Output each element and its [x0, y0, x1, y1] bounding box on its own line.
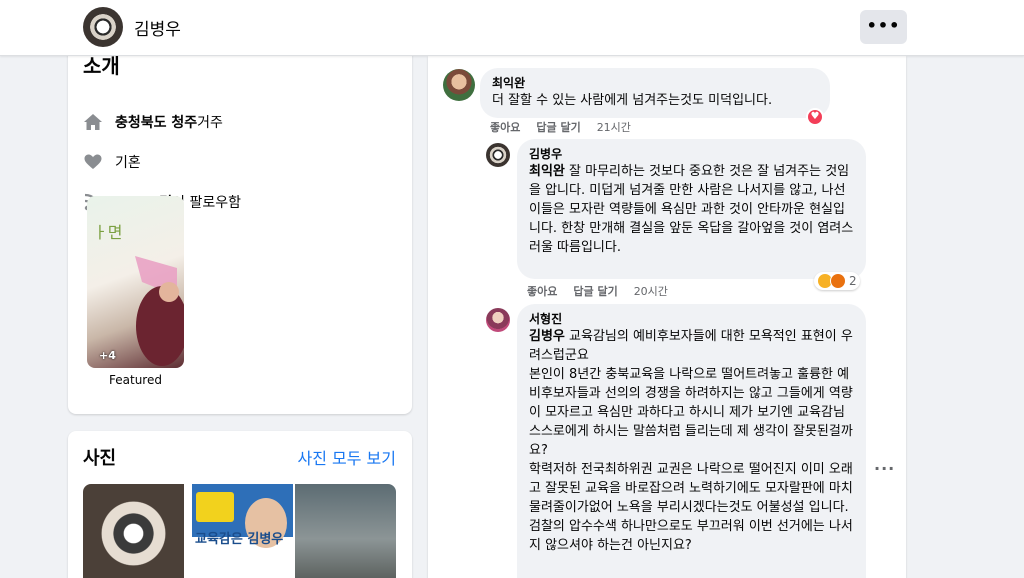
featured-image: ㅏ면	[93, 223, 184, 366]
comment-bubble: 서형진 김병우 교육감님의 예비후보자들에 대한 모욕적인 표현이 우려스럽군요…	[517, 304, 866, 578]
photos-card: 사진 사진 모두 보기 교육감은 김병우	[68, 431, 412, 578]
mention-link[interactable]: 김병우	[529, 329, 565, 344]
featured-collection-thumbnail[interactable]: ㅏ면 +4	[87, 196, 184, 368]
featured-label: Featured	[109, 373, 162, 387]
more-options-button[interactable]: •••	[860, 10, 907, 44]
comment-author[interactable]: 김병우	[529, 146, 854, 162]
commenter-avatar[interactable]	[486, 308, 510, 332]
comment-text: 잘 마무리하는 것보다 중요한 것은 잘 넘겨주는 것임을 압니다. 미덥게 넘…	[529, 164, 854, 255]
comment-actions: 좋아요 답글 달기 21시간	[490, 119, 631, 135]
svg-text:ㅏ면: ㅏ면	[93, 223, 122, 242]
comment-text: 학력저하 전국최하위권 교권은 나락으로 떨어진지 이미 오래고 잘못된 교육을…	[529, 462, 853, 515]
heart-icon	[83, 152, 103, 172]
relationship-status: 기혼	[115, 155, 141, 171]
photo-badge	[196, 492, 234, 522]
comment-text: 검찰의 압수수색 하나만으로도 부끄러워 이번 선거에는 나서지 않으셔야 하는…	[529, 519, 853, 553]
like-button[interactable]: 좋아요	[527, 283, 557, 299]
location-name[interactable]: 충청북도 청주	[115, 112, 197, 132]
comment-bubble: 최익완 더 잘할 수 있는 사람에게 넘겨주는것도 미덕입니다.	[480, 68, 830, 118]
photo-caption: 교육감은 김병우	[195, 532, 284, 547]
comment-text: 본인이 8년간 충북교육을 나락으로 떨어트려놓고 훌륭한 예비후보자들과 선의…	[529, 367, 853, 458]
photos-title: 사진	[83, 448, 117, 469]
mention-link[interactable]: 최익완	[529, 164, 565, 179]
intro-location: 충청북도 청주 거주	[83, 110, 223, 134]
comment-time[interactable]: 20시간	[634, 283, 668, 299]
photo-thumbnail[interactable]	[83, 484, 184, 578]
photo-thumbnail[interactable]: 교육감은 김병우	[192, 484, 293, 578]
photo-thumbnail[interactable]	[295, 484, 396, 578]
featured-count: +4	[99, 349, 116, 362]
comment-time[interactable]: 21시간	[597, 119, 631, 135]
commenter-avatar[interactable]	[486, 143, 510, 167]
reaction-count: 2	[849, 274, 857, 288]
like-button[interactable]: 좋아요	[490, 119, 520, 135]
intro-relationship: 기혼	[83, 150, 141, 174]
comment-actions: 좋아요 답글 달기 20시간	[527, 283, 668, 299]
location-suffix: 거주	[197, 115, 223, 131]
love-reaction-icon[interactable]: ♥	[806, 108, 824, 126]
comment-text: 교육감님의 예비후보자들에 대한 모욕적인 표현이 우려스럽군요	[529, 329, 853, 363]
reaction-summary[interactable]: 2	[814, 272, 860, 290]
angry-reaction-icon	[830, 273, 846, 289]
comment-author[interactable]: 최익완	[492, 75, 818, 91]
home-icon	[83, 112, 103, 132]
comment-options-button[interactable]: ···	[874, 459, 895, 478]
profile-top-bar: 김병우 •••	[0, 0, 1024, 56]
comment-bubble: 김병우 최익완 잘 마무리하는 것보다 중요한 것은 잘 넘겨주는 것임을 압니…	[517, 139, 866, 279]
comment-author[interactable]: 서형진	[529, 311, 854, 327]
comment-body: 김병우 교육감님의 예비후보자들에 대한 모욕적인 표현이 우려스럽군요	[529, 327, 854, 365]
see-all-photos-link[interactable]: 사진 모두 보기	[298, 445, 397, 469]
profile-avatar[interactable]	[83, 7, 123, 47]
post-comments-panel: 최익완 더 잘할 수 있는 사람에게 넘겨주는것도 미덕입니다. ♥ 좋아요 답…	[428, 56, 906, 578]
comment-text: 더 잘할 수 있는 사람에게 넘겨주는것도 미덕입니다.	[492, 93, 773, 108]
reply-button[interactable]: 답글 달기	[536, 119, 580, 135]
intro-card: 소개 충청북도 청주 거주 기혼 3,304명이 팔로우함 ㅏ면 +4 Feat…	[68, 30, 412, 414]
comment-body: 최익완 잘 마무리하는 것보다 중요한 것은 잘 넘겨주는 것임을 압니다. 미…	[529, 162, 854, 257]
profile-name[interactable]: 김병우	[134, 15, 181, 40]
reply-button[interactable]: 답글 달기	[573, 283, 617, 299]
commenter-avatar[interactable]	[443, 69, 475, 101]
